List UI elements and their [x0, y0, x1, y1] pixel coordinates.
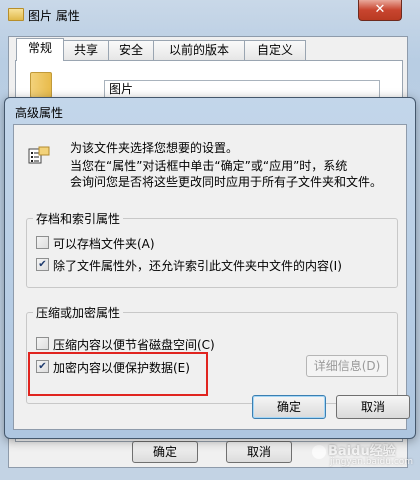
ok-button[interactable]: 确定 — [252, 395, 326, 419]
paw-icon — [312, 444, 326, 459]
watermark-url: jingyan.baidu.com — [330, 457, 414, 467]
index-option-label: 除了文件属性外，还允许索引此文件夹中文件的内容(I) — [53, 259, 342, 273]
compress-option-label: 压缩内容以便节省磁盘空间(C) — [53, 338, 215, 352]
index-option-row[interactable]: ✔ 除了文件属性外，还允许索引此文件夹中文件的内容(I) — [36, 257, 342, 273]
parent-ok-button[interactable]: 确定 — [132, 441, 198, 463]
info-text-line-1: 为该文件夹选择您想要的设置。 — [70, 141, 239, 155]
archive-option-row[interactable]: 可以存档文件夹(A) — [36, 235, 155, 251]
cancel-button[interactable]: 取消 — [336, 395, 410, 419]
folder-icon — [8, 8, 24, 21]
tab-previous-versions[interactable]: 以前的版本 — [153, 40, 245, 60]
dialog-title: 高级属性 — [15, 106, 64, 120]
compress-encrypt-legend: 压缩或加密属性 — [33, 304, 124, 321]
parent-titlebar: 图片 属性 ✕ — [0, 0, 420, 30]
index-checkbox[interactable]: ✔ — [36, 258, 49, 271]
archive-option-label: 可以存档文件夹(A) — [53, 237, 155, 251]
annotation-highlight-box — [28, 352, 208, 396]
compress-checkbox[interactable] — [36, 337, 49, 350]
compress-option-row[interactable]: 压缩内容以便节省磁盘空间(C) — [36, 336, 215, 352]
archive-index-legend: 存档和索引属性 — [33, 210, 124, 227]
tab-general[interactable]: 常规 — [16, 38, 64, 61]
parent-window-title: 图片 属性 — [28, 9, 80, 23]
folder-attributes-icon — [28, 146, 50, 164]
close-button[interactable]: ✕ — [358, 0, 402, 21]
info-text-line-2: 当您在“属性”对话框中单击“确定”或“应用”时，系统 — [70, 159, 348, 173]
tab-security[interactable]: 安全 — [108, 40, 154, 60]
tab-sharing[interactable]: 共享 — [63, 40, 109, 60]
details-button[interactable]: 详细信息(D) — [306, 355, 388, 377]
parent-cancel-button[interactable]: 取消 — [226, 441, 292, 463]
folder-icon — [30, 72, 52, 98]
info-text-line-3: 会询问您是否将这些更改同时应用于所有子文件夹和文件。 — [70, 175, 383, 189]
watermark-logo: Baidu经验 jingyan.baidu.com — [312, 440, 414, 470]
archive-index-group: 存档和索引属性 — [26, 210, 398, 288]
tab-customize[interactable]: 自定义 — [244, 40, 306, 60]
archive-checkbox[interactable] — [36, 236, 49, 249]
